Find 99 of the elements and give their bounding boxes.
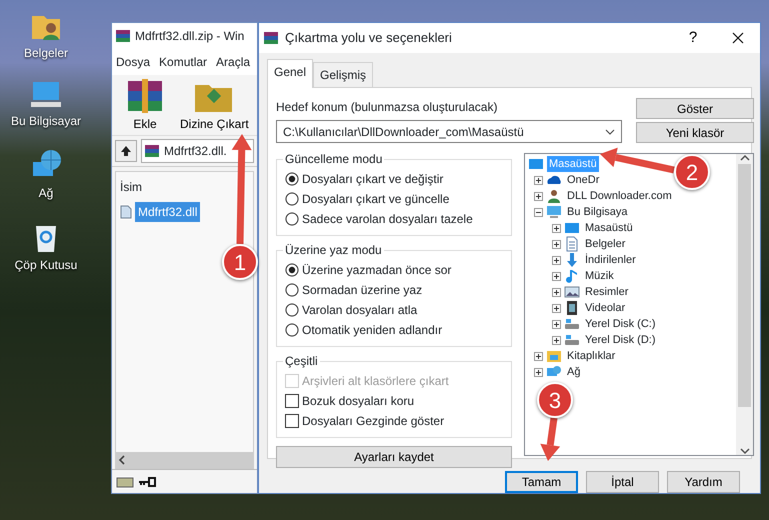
radio-icon[interactable] <box>285 212 299 226</box>
menu-item[interactable]: Araçla <box>216 53 250 71</box>
expand-icon[interactable] <box>552 272 561 280</box>
key-icon <box>138 476 156 488</box>
tree-item[interactable]: Yerel Disk (D:) <box>583 332 658 348</box>
desktop-icon-label[interactable]: Çöp Kutusu <box>14 256 78 274</box>
radio-selected-icon[interactable] <box>285 263 299 277</box>
tree-item[interactable]: DLL Downloader.com <box>565 188 674 204</box>
drive-icon <box>564 316 580 332</box>
checkbox-label[interactable]: Dosyaları Gezginde göster <box>302 412 444 430</box>
toolbar-button[interactable]: Dizine Çıkart <box>180 77 249 133</box>
tree-item[interactable]: Bu Bilgisaya <box>565 204 630 220</box>
desktop-icon <box>528 156 544 172</box>
picture-icon <box>564 284 580 300</box>
radio-label[interactable]: Otomatik yeniden adlandır <box>302 321 442 339</box>
film-icon <box>564 300 580 316</box>
computer-icon[interactable] <box>29 80 63 110</box>
file-icon <box>120 205 132 219</box>
expand-icon[interactable] <box>534 368 543 376</box>
radio-icon[interactable] <box>285 303 299 317</box>
radio-label[interactable]: Sadece varolan dosyaları tazele <box>302 210 473 228</box>
drive-icon <box>564 332 580 348</box>
checkbox-label[interactable]: Bozuk dosyaları koru <box>302 392 414 410</box>
dialog-button[interactable]: Yeni klasör <box>636 122 754 143</box>
library-folder-icon <box>546 348 562 364</box>
desktop-icon-label[interactable]: Ağ <box>38 184 54 202</box>
collapse-icon[interactable] <box>534 208 543 216</box>
expand-icon[interactable] <box>534 192 543 200</box>
expand-icon[interactable] <box>552 256 561 264</box>
archive-icon <box>263 30 279 46</box>
music-note-icon <box>564 268 580 284</box>
dialog-button[interactable]: İptal <box>586 471 659 493</box>
archive-icon <box>144 143 160 159</box>
radio-label[interactable]: Sormadan üzerine yaz <box>302 281 422 299</box>
path-field[interactable]: Mdfrtf32.dll. <box>141 139 254 163</box>
download-icon <box>564 252 580 268</box>
drive-icon <box>116 476 134 488</box>
tree-item[interactable]: Kitaplıklar <box>565 348 618 364</box>
help-button[interactable]: ? <box>676 23 710 53</box>
group-title: Güncelleme modu <box>284 153 384 165</box>
computer-icon <box>546 204 562 220</box>
tree-item[interactable]: OneDr <box>565 172 602 188</box>
vertical-scrollbar[interactable] <box>736 154 753 455</box>
expand-icon[interactable] <box>552 224 561 232</box>
window-title: Mdfrtf32.dll.zip - Win <box>135 28 244 45</box>
radio-selected-icon[interactable] <box>285 172 299 186</box>
tree-item[interactable]: Masaüstü <box>583 220 635 236</box>
up-button[interactable] <box>115 140 137 162</box>
annotation-arrow <box>540 418 560 461</box>
tree-item[interactable]: İndirilenler <box>583 252 638 268</box>
radio-label[interactable]: Dosyaları çıkart ve değiştir <box>302 170 444 188</box>
horizontal-scrollbar[interactable] <box>116 452 253 468</box>
expand-icon[interactable] <box>552 240 561 248</box>
scroll-up-icon <box>740 154 750 162</box>
checkbox-icon[interactable] <box>285 414 299 428</box>
dialog-button[interactable]: Tamam <box>505 471 578 493</box>
path-combo[interactable]: C:\Kullanıcılar\DllDownloader_com\Masaüstü <box>276 120 622 143</box>
menu-item[interactable]: Komutlar <box>159 53 208 71</box>
desktop-icon-label[interactable]: Belgeler <box>24 44 68 62</box>
save-settings-button[interactable]: Ayarları kaydet <box>276 446 512 468</box>
user-icon <box>546 188 562 204</box>
toolbar-button[interactable]: Ekle <box>122 77 168 133</box>
tab[interactable]: Gelişmiş <box>313 62 374 87</box>
expand-icon[interactable] <box>552 288 561 296</box>
expand-icon[interactable] <box>552 320 561 328</box>
document-icon <box>564 236 580 252</box>
tree-item[interactable]: Ağ <box>565 364 582 380</box>
tree-item[interactable]: Resimler <box>583 284 630 300</box>
tab[interactable]: Genel <box>267 59 314 88</box>
archive-icon <box>115 28 131 44</box>
chevron-down-icon <box>605 128 615 134</box>
scroll-down-icon <box>740 447 750 455</box>
expand-icon[interactable] <box>534 176 543 184</box>
radio-label[interactable]: Varolan dosyaları atla <box>302 301 418 319</box>
dialog-button[interactable]: Yardım <box>667 471 740 493</box>
tree-item[interactable]: Müzik <box>583 268 616 284</box>
radio-icon[interactable] <box>285 323 299 337</box>
expand-icon[interactable] <box>552 304 561 312</box>
dialog-button[interactable]: Göster <box>636 98 754 119</box>
group-title: Çeşitli <box>284 355 319 367</box>
group-title: Üzerine yaz modu <box>284 244 383 256</box>
field-label: Hedef konum (bulunmazsa oluşturulacak) <box>276 99 498 116</box>
up-arrow-icon <box>120 145 132 157</box>
tree-item[interactable]: Videolar <box>583 300 628 316</box>
column-header[interactable]: İsim <box>116 172 253 202</box>
menu-item[interactable]: Dosya <box>116 53 150 71</box>
checkbox-icon[interactable] <box>285 394 299 408</box>
radio-label[interactable]: Dosyaları çıkart ve güncelle <box>302 190 450 208</box>
tree-item[interactable]: Yerel Disk (C:) <box>583 316 658 332</box>
desktop-icon-label[interactable]: Bu Bilgisayar <box>10 112 82 130</box>
expand-icon[interactable] <box>534 352 543 360</box>
desktop-icon <box>564 220 580 236</box>
expand-icon[interactable] <box>552 336 561 344</box>
tree-item[interactable]: Belgeler <box>583 236 628 252</box>
radio-label[interactable]: Üzerine yazmadan önce sor <box>302 261 452 279</box>
radio-icon[interactable] <box>285 192 299 206</box>
close-icon <box>732 32 744 44</box>
dialog-title: Çıkartma yolu ve seçenekleri <box>285 29 452 48</box>
radio-icon[interactable] <box>285 283 299 297</box>
